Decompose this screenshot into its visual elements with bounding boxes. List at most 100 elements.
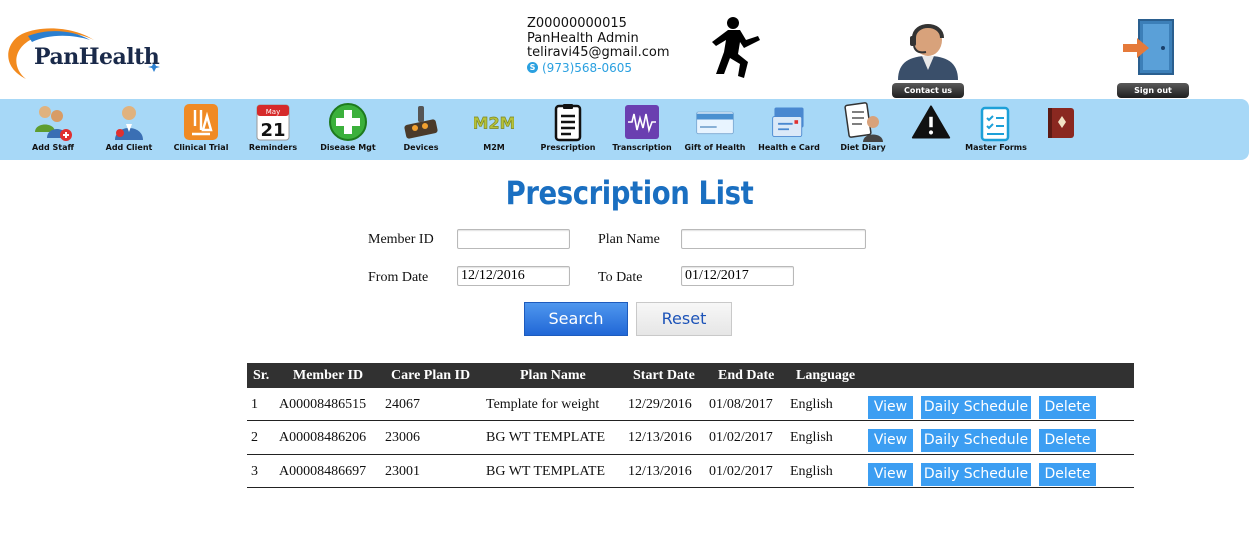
page-title: Prescription List (505, 174, 754, 212)
cell-care-plan-id: 23001 (385, 463, 420, 479)
toolbar-label: Diet Diary (840, 143, 886, 152)
main-toolbar: Add Staff Add Client Clinical Trial May … (0, 99, 1249, 160)
reset-button[interactable]: Reset (636, 302, 732, 336)
panhealth-logo[interactable]: PanHealth (4, 24, 164, 84)
waveform-icon (622, 102, 662, 142)
cell-sr: 1 (251, 397, 258, 412)
header-sr: Sr. (253, 368, 270, 383)
to-date-input[interactable] (681, 266, 794, 286)
toolbar-devices[interactable]: Devices (400, 99, 442, 160)
forms-icon (976, 102, 1016, 142)
from-date-label: From Date (368, 270, 429, 285)
toolbar-m2m[interactable]: M2M M2M (468, 99, 520, 160)
header-member-id: Member ID (293, 368, 364, 383)
delete-button[interactable]: Delete (1039, 462, 1096, 486)
cell-start-date: 12/13/2016 (628, 430, 692, 446)
user-phone[interactable]: S (973)568-0605 (527, 61, 669, 76)
toolbar-add-client[interactable]: Add Client (104, 99, 154, 160)
toolbar-health-e-card[interactable]: Health e Card (758, 99, 820, 160)
toolbar-gift-of-health[interactable]: Gift of Health (685, 99, 745, 160)
daily-schedule-button[interactable]: Daily Schedule (921, 396, 1031, 419)
to-date-label: To Date (598, 270, 643, 285)
microscope-icon (181, 102, 221, 142)
cell-start-date: 12/29/2016 (628, 397, 692, 412)
delete-button[interactable]: Delete (1039, 396, 1096, 419)
view-button[interactable]: View (868, 429, 913, 453)
from-date-input[interactable] (457, 266, 570, 286)
clipboard-icon (548, 102, 588, 142)
daily-schedule-button[interactable]: Daily Schedule (921, 462, 1031, 486)
toolbar-label: Master Forms (965, 143, 1027, 152)
toolbar-label: M2M (483, 143, 505, 152)
cell-sr: 2 (251, 430, 258, 446)
warning-icon (911, 102, 951, 142)
toolbar-label: Disease Mgt (320, 143, 376, 152)
toolbar-warning[interactable] (908, 99, 954, 160)
search-button[interactable]: Search (524, 302, 628, 336)
header-language: Language (796, 368, 856, 383)
toolbar-label: Transcription (612, 143, 672, 152)
prescription-table: Sr. Member ID Care Plan ID Plan Name Sta… (247, 363, 1134, 488)
table-header: Sr. Member ID Care Plan ID Plan Name Sta… (247, 363, 1134, 388)
toolbar-disease-mgt[interactable]: Disease Mgt (320, 99, 376, 160)
toolbar-reminders[interactable]: May 21 Reminders (248, 99, 298, 160)
toolbar-label: Clinical Trial (173, 143, 229, 152)
book-icon (1040, 102, 1080, 142)
header-end-date: End Date (718, 368, 775, 383)
toolbar-book[interactable] (1040, 99, 1080, 160)
health-card-icon (769, 102, 809, 142)
green-cross-icon (328, 102, 368, 142)
header-start-date: Start Date (633, 368, 695, 383)
user-name: PanHealth Admin (527, 30, 639, 46)
cell-start-date: 12/13/2016 (628, 463, 692, 479)
cell-language: English (790, 430, 833, 446)
client-doctor-icon (109, 102, 149, 142)
view-button[interactable]: View (868, 462, 913, 486)
staff-group-icon (33, 102, 73, 142)
cell-language: English (790, 463, 833, 479)
toolbar-label: Health e Card (758, 143, 820, 152)
sign-out[interactable]: Sign out (1117, 18, 1189, 98)
logo-text: PanHealth (34, 44, 160, 70)
toolbar-add-staff[interactable]: Add Staff (30, 99, 76, 160)
calendar-day: 21 (260, 120, 285, 141)
exit-door-icon (1123, 19, 1174, 75)
cell-end-date: 01/08/2017 (709, 397, 773, 412)
calendar-month: May (266, 108, 280, 116)
sign-out-button[interactable]: Sign out (1117, 83, 1189, 98)
daily-schedule-button[interactable]: Daily Schedule (921, 429, 1031, 453)
toolbar-label: Add Staff (32, 143, 74, 152)
member-id-input[interactable] (457, 229, 570, 249)
delete-button[interactable]: Delete (1039, 429, 1096, 453)
cell-end-date: 01/02/2017 (709, 430, 773, 446)
table-row: 1 A00008486515 24067 Template for weight… (247, 388, 1134, 422)
user-id: Z00000000015 (527, 16, 627, 31)
runner-silhouette-icon (712, 17, 760, 78)
plan-name-input[interactable] (681, 229, 866, 249)
toolbar-clinical-trial[interactable]: Clinical Trial (174, 99, 228, 160)
cell-member-id: A00008486697 (279, 463, 367, 479)
phone-number: (973)568-0605 (542, 60, 633, 75)
toolbar-label: Reminders (248, 143, 298, 152)
toolbar-master-forms[interactable]: Master Forms (965, 99, 1027, 160)
toolbar-transcription[interactable]: Transcription (612, 99, 672, 160)
user-email: teliravi45@gmail.com (527, 45, 670, 60)
user-info: Z00000000015 PanHealth Admin teliravi45@… (527, 16, 670, 76)
toolbar-prescription[interactable]: Prescription (540, 99, 596, 160)
contact-us[interactable]: Contact us (892, 18, 964, 98)
gift-card-icon (695, 102, 735, 142)
view-button[interactable]: View (868, 396, 913, 419)
cell-end-date: 01/02/2017 (709, 463, 773, 479)
toolbar-label: Add Client (105, 143, 153, 152)
contact-us-button[interactable]: Contact us (892, 83, 964, 98)
toolbar-diet-diary[interactable]: Diet Diary (838, 99, 888, 160)
table-row: 3 A00008486697 23001 BG WT TEMPLATE 12/1… (247, 455, 1134, 488)
plan-name-label: Plan Name (598, 232, 660, 247)
member-id-label: Member ID (368, 232, 434, 247)
diet-diary-icon (843, 102, 883, 142)
skype-icon: S (527, 62, 538, 74)
toolbar-label: Devices (403, 143, 439, 152)
toolbar-label: Prescription (540, 143, 596, 152)
cell-sr: 3 (251, 463, 258, 479)
m2m-text: M2M (474, 113, 514, 132)
